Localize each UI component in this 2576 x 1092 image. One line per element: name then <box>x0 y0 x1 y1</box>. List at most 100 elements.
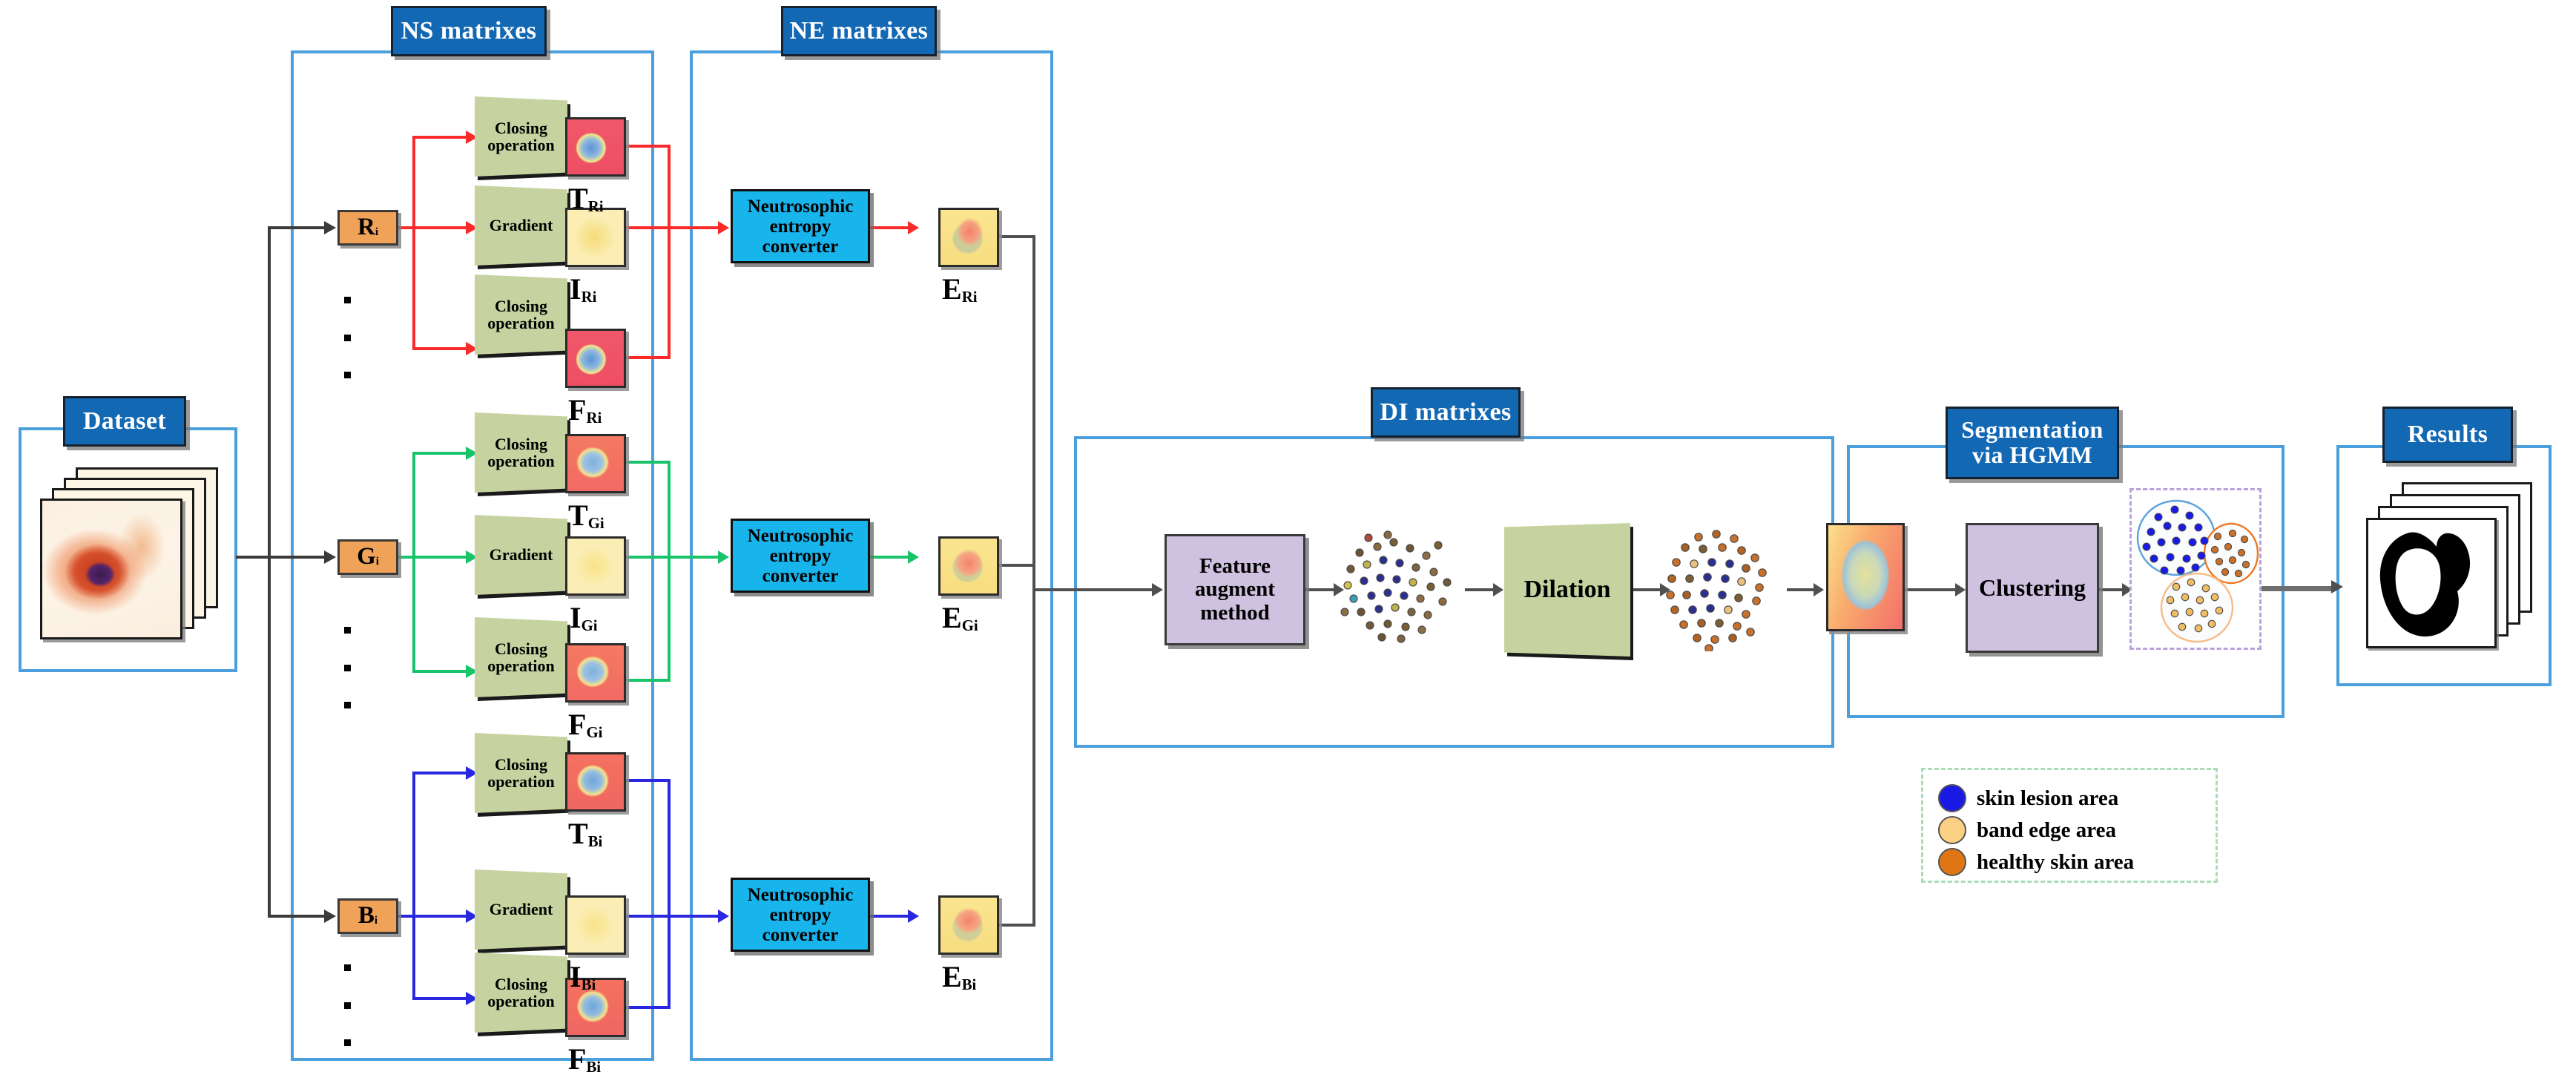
channel-box-G[interactable]: Gi <box>337 539 398 575</box>
dilation-op[interactable]: Dilation <box>1504 523 1633 660</box>
op-face: Dilation <box>1504 523 1630 657</box>
conn-R-to-close2 <box>412 347 467 350</box>
label-F-Gi: FGi <box>568 707 602 742</box>
label-E-Gi: EGi <box>942 600 978 635</box>
arrow-to-result-map <box>1814 583 1824 596</box>
op-label-line1: Closing <box>495 639 547 658</box>
converter-label-line1: Neutrosophic <box>747 525 854 546</box>
conn-dilation-to-scatter2 <box>1630 588 1663 591</box>
diagram-canvas: Dataset NS matrixes NE matrixes DI matri… <box>0 0 2576 1092</box>
conn-feature-to-scatter1 <box>1305 588 1337 591</box>
channel-B-label: B <box>358 902 375 930</box>
dataset-image-stack <box>37 467 223 645</box>
results-image-stack <box>2366 482 2544 668</box>
chip-seg-label-line2: via HGMM <box>1971 441 2093 468</box>
label-sub: Bi <box>961 976 977 993</box>
op-face: Closing operation <box>475 274 567 355</box>
op-label-line1: Closing <box>495 754 547 774</box>
channel-box-R[interactable]: Ri <box>337 210 398 246</box>
feature-augment-method-box[interactable]: Feature augment method <box>1165 534 1305 645</box>
channel-G-sub: i <box>375 555 379 568</box>
thumb-E-Bi <box>938 895 999 955</box>
neutrosophic-entropy-converter-G[interactable]: Neutrosophic entropy converter <box>731 519 870 593</box>
op-gradient-B[interactable]: Gradient <box>475 869 570 953</box>
conn-R-F-merge <box>622 356 671 359</box>
lesion-mask-svg <box>2379 532 2471 637</box>
label-text: E <box>942 601 962 634</box>
thumb-fused-heatmap <box>1826 523 1905 631</box>
converter-label-line1: Neutrosophic <box>747 884 854 905</box>
conn-R-merge-v <box>668 145 671 359</box>
thumb-I-Bi <box>565 895 626 955</box>
conn-B-F-merge <box>622 1006 671 1009</box>
neutrosophic-entropy-converter-R[interactable]: Neutrosophic entropy converter <box>731 189 870 263</box>
result-sheet-1 <box>2366 518 2497 648</box>
channel-box-B[interactable]: Bi <box>337 898 398 934</box>
label-sub: Bi <box>586 1058 602 1076</box>
conn-EG-bus <box>995 564 1035 567</box>
conn-clustering-to-clusterplot <box>2099 588 2125 591</box>
op-label-line2: operation <box>487 314 555 332</box>
chip-di-label: DI matrixes <box>1380 398 1512 427</box>
chip-dataset: Dataset <box>63 396 186 447</box>
ellipsis-dot <box>343 664 351 671</box>
op-label-line1: Closing <box>495 296 547 315</box>
conn-B-fan <box>412 772 415 1000</box>
chip-segmentation: Segmentation via HGMM <box>1946 407 2119 479</box>
neutrosophic-entropy-converter-B[interactable]: Neutrosophic entropy converter <box>731 878 870 952</box>
clustering-box[interactable]: Clustering <box>1966 523 2099 653</box>
thumb-E-Ri <box>938 208 999 267</box>
conn-B-to-close2 <box>412 997 467 1000</box>
ellipsis-G-B <box>343 627 352 708</box>
legend-swatch-yellow <box>1938 816 1966 844</box>
conn-ER-bus <box>995 235 1035 238</box>
legend-item-skin-lesion: skin lesion area <box>1938 784 2201 812</box>
label-F-Bi: FBi <box>568 1042 601 1076</box>
op-gradient-R[interactable]: Gradient <box>475 185 570 269</box>
op-face: Closing operation <box>475 412 567 493</box>
cluster-plot-svg <box>2136 499 2259 643</box>
conn-G-T-merge <box>622 461 671 464</box>
arrow-R-into-ne <box>718 221 729 234</box>
channel-R-label: R <box>357 214 375 241</box>
op-closing-B1[interactable]: Closing operation <box>475 733 570 817</box>
converter-label-line2: entropy <box>769 216 831 237</box>
thumb-I-Ri <box>565 208 626 267</box>
op-closing-G1[interactable]: Closing operation <box>475 412 570 496</box>
op-label: Gradient <box>489 216 553 235</box>
op-gradient-G[interactable]: Gradient <box>475 515 570 599</box>
thumb-I-Gi <box>565 536 626 596</box>
label-sub: Ri <box>586 409 602 427</box>
conn-E-bus-v <box>1032 235 1035 924</box>
op-closing-B2[interactable]: Closing operation <box>475 953 570 1036</box>
converter-label-line2: entropy <box>769 904 831 925</box>
legend-swatch-blue <box>1938 784 1966 812</box>
conn-scatter2-to-result-map <box>1787 588 1816 591</box>
op-closing-G2[interactable]: Closing operation <box>475 617 570 701</box>
conn-E-to-di <box>1032 588 1155 591</box>
label-T-Bi: TBi <box>568 816 602 851</box>
label-E-Bi: EBi <box>942 959 976 994</box>
channel-R-sub: i <box>375 226 378 238</box>
op-label-line1: Closing <box>495 974 547 993</box>
label-text: E <box>942 272 962 306</box>
op-label-line2: operation <box>487 992 555 1010</box>
conn-seg-to-results <box>2257 586 2335 591</box>
clustering-label: Clustering <box>1979 574 2086 602</box>
ellipsis-dot <box>343 702 351 708</box>
conn-G-merge-v <box>668 461 671 682</box>
label-sub: Gi <box>586 723 603 741</box>
scatter-cloud-after-dilation <box>1666 530 1767 651</box>
op-closing-R2[interactable]: Closing operation <box>475 274 570 358</box>
ellipsis-dot <box>343 964 351 971</box>
converter-label-line3: converter <box>762 924 839 945</box>
op-face: Gradient <box>475 515 567 595</box>
thumb-T-Bi <box>565 752 626 812</box>
conn-G-fan <box>412 452 415 673</box>
op-closing-R1[interactable]: Closing operation <box>475 96 570 180</box>
feature-label-line1: Feature <box>1199 554 1271 579</box>
ellipsis-dot <box>343 1039 351 1046</box>
conn-neG-out <box>870 556 911 559</box>
conn-R-to-ne <box>622 226 721 229</box>
op-label-line2: operation <box>487 657 555 675</box>
